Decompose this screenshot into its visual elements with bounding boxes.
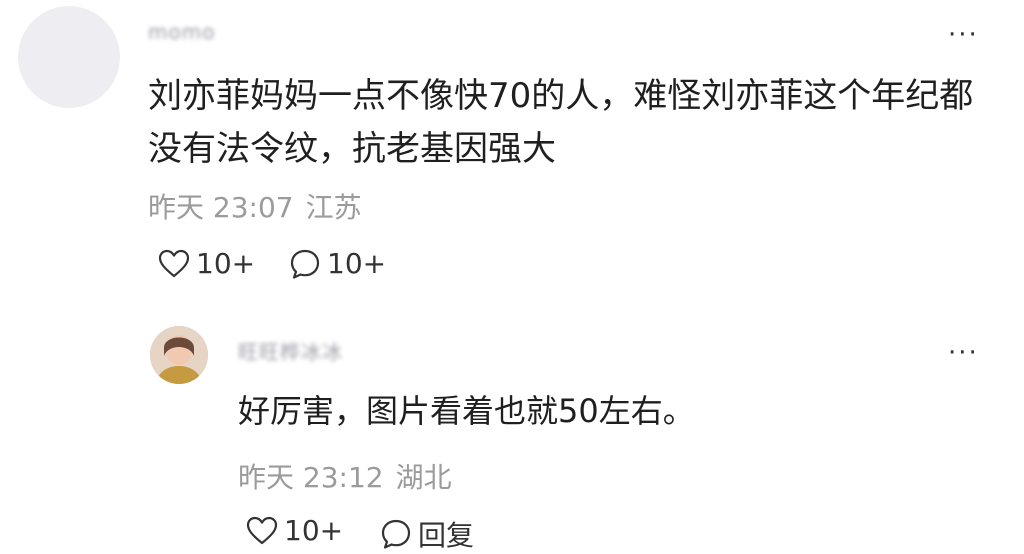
comment-time: 昨天 23:07 [148,191,294,224]
comment-reply-button[interactable]: 10+ [289,247,386,280]
reply-meta: 昨天 23:12 湖北 [238,456,452,496]
commenter-username[interactable]: momo [148,20,215,44]
comment-location: 江苏 [305,191,362,224]
comment-text-line-1: 刘亦菲妈妈一点不像快70的人，难怪刘亦菲这个年纪都 [148,76,974,116]
more-dots-icon: ··· [948,338,979,368]
more-dots-icon: ··· [948,20,979,50]
reply-time: 昨天 23:12 [238,461,384,494]
commenter-avatar[interactable] [18,6,120,108]
comment-text-line-2: 没有法令纹，抗老基因强大 [148,129,556,169]
reply-reply-button[interactable]: 回复 [380,514,474,554]
reply-reply-label: 回复 [418,519,475,552]
replier-avatar-image [150,326,208,384]
comment-like-count: 10+ [196,247,256,280]
replier-avatar[interactable] [150,326,208,384]
heart-outline-icon [246,516,278,544]
speech-bubble-icon [290,249,320,279]
speech-bubble-icon [381,519,411,549]
comment-reply-count: 10+ [327,247,387,280]
reply-like-count: 10+ [284,514,344,547]
reply-like-button[interactable]: 10+ [246,514,343,547]
heart-outline-icon [158,249,190,277]
reply-more-button[interactable]: ··· [948,340,979,366]
comment-meta: 昨天 23:07 江苏 [148,186,362,226]
reply-location: 湖北 [395,461,452,494]
reply-body: 好厉害，图片看着也就50左右。 [238,392,695,430]
comment-body: 刘亦菲妈妈一点不像快70的人，难怪刘亦菲这个年纪都 没有法令纹，抗老基因强大 [148,70,1008,176]
comment-like-button[interactable]: 10+ [158,247,255,280]
comment-more-button[interactable]: ··· [948,22,979,48]
replier-username[interactable]: 旺旺桦冰冰 [238,336,343,365]
